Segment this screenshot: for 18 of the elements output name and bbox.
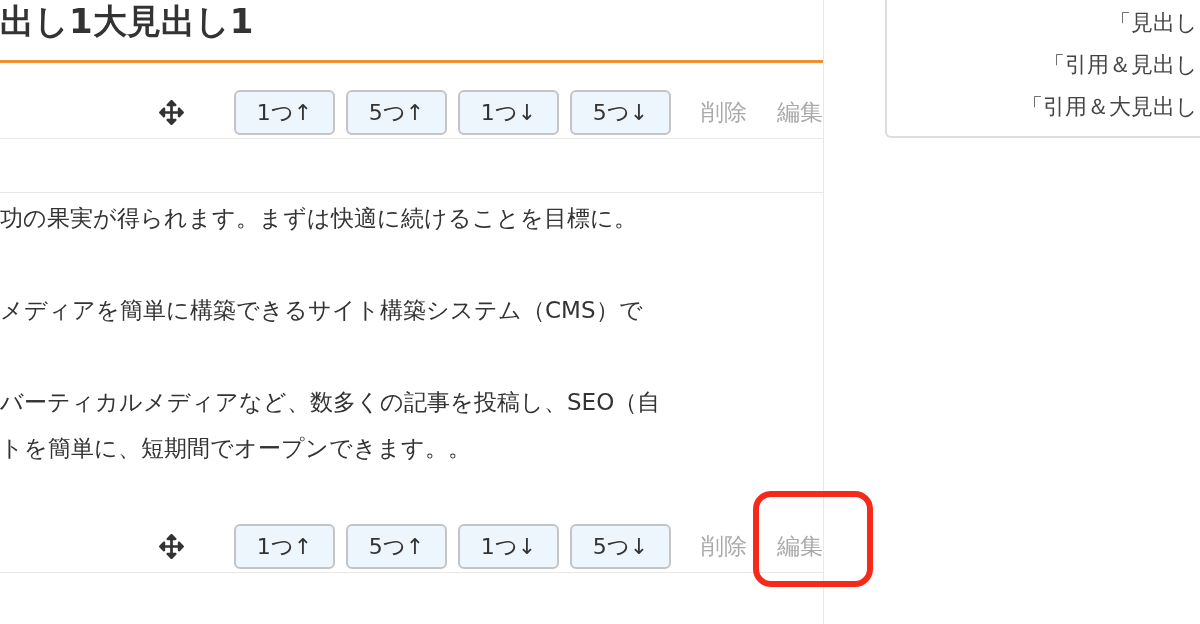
paragraph-line: バーティカルメディアなど、数多くの記事を投稿し、SEO（自 bbox=[0, 388, 662, 417]
move-button[interactable]: 5つ↓ bbox=[570, 524, 671, 569]
panel-line: 「見出し bbox=[1109, 9, 1198, 37]
move-handle-icon[interactable] bbox=[159, 100, 184, 125]
paragraph-line: メディアを簡単に構築できるサイト構築システム（CMS）で bbox=[0, 296, 644, 325]
move-button[interactable]: 1つ↓ bbox=[458, 90, 559, 135]
panel-line: 「引用＆大見出し bbox=[1021, 93, 1198, 121]
move-button[interactable]: 1つ↑ bbox=[234, 90, 335, 135]
paragraph-line: 功の果実が得られます。まずは快適に続けることを目標に。 bbox=[0, 204, 638, 233]
panel-line: 「引用＆見出し bbox=[1043, 51, 1198, 79]
move-button[interactable]: 5つ↑ bbox=[346, 90, 447, 135]
move-button[interactable]: 5つ↑ bbox=[346, 524, 447, 569]
move-button[interactable]: 1つ↑ bbox=[234, 524, 335, 569]
paragraph-line: トを簡単に、短期間でオープンできます。。 bbox=[0, 434, 472, 463]
move-button[interactable]: 1つ↓ bbox=[458, 524, 559, 569]
move-handle-icon[interactable] bbox=[159, 534, 184, 559]
move-button[interactable]: 5つ↓ bbox=[570, 90, 671, 135]
section-heading: 出し1大見出し1 bbox=[0, 0, 255, 42]
